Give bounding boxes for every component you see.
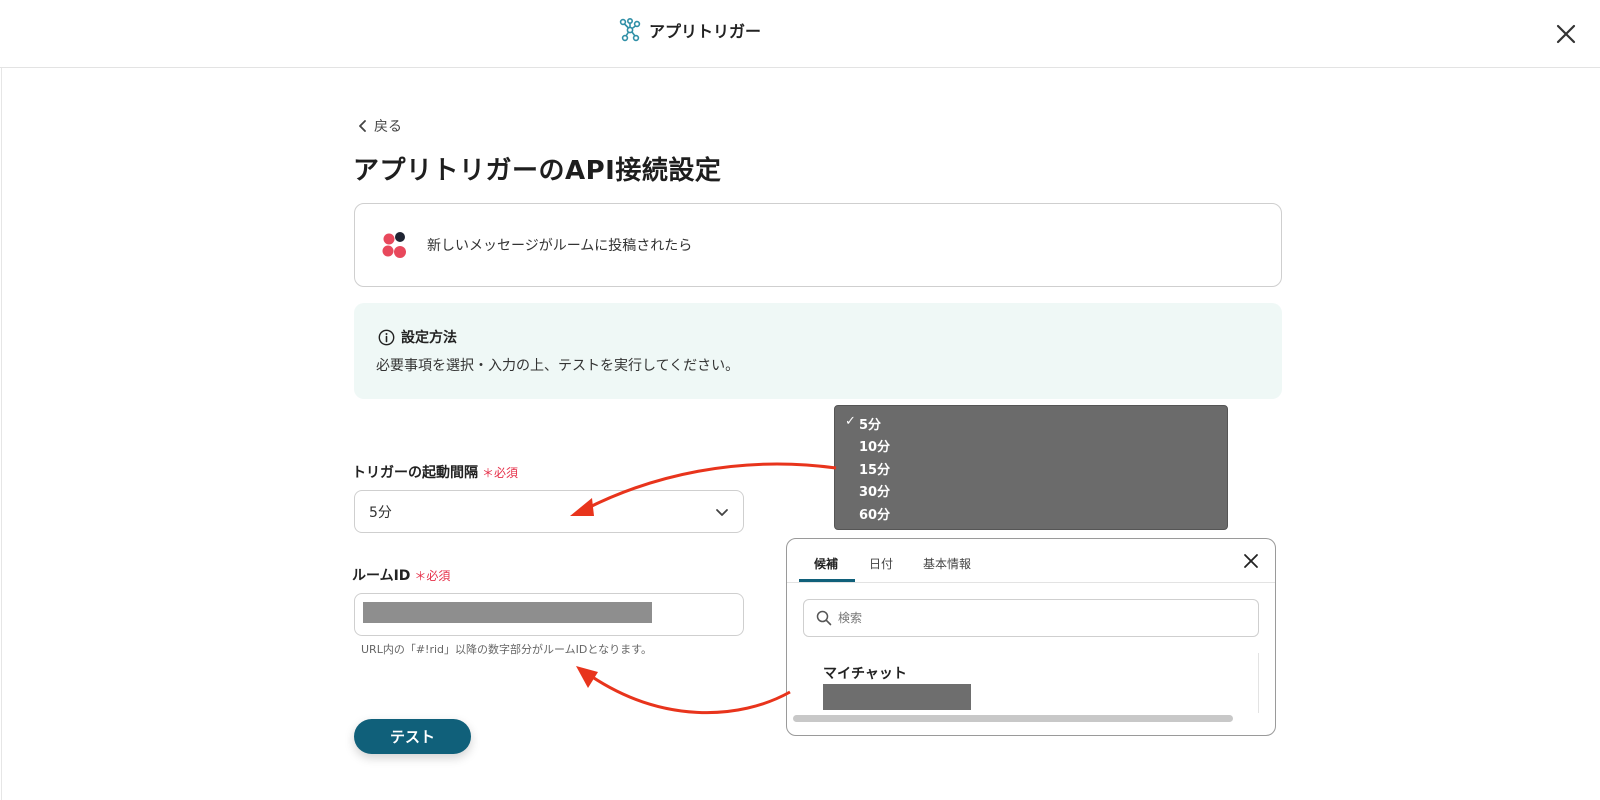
dropdown-option-label: 60分 [859,507,891,523]
chatwork-logo-icon [382,232,406,258]
dropdown-option-label: 30分 [859,485,891,501]
room-id-label: ルームID [352,568,411,584]
search-field [803,599,1259,637]
tab-basic-info[interactable]: 基本情報 [923,555,971,572]
list-item-label: マイチャット [823,666,907,682]
app-trigger-icon [619,18,641,42]
info-box: 設定方法 必要事項を選択・入力の上、テストを実行してください。 [354,303,1282,399]
trigger-interval-select[interactable]: 5分 [354,490,744,533]
event-card: 新しいメッセージがルームに投稿されたら [354,203,1282,287]
dropdown-option[interactable]: ✓ 5分 [835,412,1227,435]
trigger-interval-label: トリガーの起動間隔 [352,465,478,481]
event-label: 新しいメッセージがルームに投稿されたら [427,238,693,254]
dropdown-option-label: 15分 [859,462,891,478]
tab-candidates[interactable]: 候補 [814,555,838,572]
trigger-interval-value: 5分 [369,504,392,521]
close-icon[interactable] [1242,552,1260,570]
page-title: アプリトリガーのAPI接続設定 [353,156,722,186]
dropdown-option-label: 10分 [859,440,891,456]
dropdown-option[interactable]: 60分 [835,502,1227,525]
check-icon: ✓ [845,414,856,429]
header-title-group: アプリトリガー [619,18,761,42]
test-button[interactable]: テスト [354,719,471,754]
redacted-value [823,684,971,710]
back-link[interactable]: 戻る [358,116,402,136]
candidate-popup: 候補 日付 基本情報 マイチャット [786,538,1276,736]
required-badge: ＊必須 [482,465,519,480]
room-id-hint: URL内の「#!rid」以降の数字部分がルームIDとなります。 [361,643,652,656]
trigger-interval-label-group: トリガーの起動間隔 ＊必須 [352,462,518,482]
popup-tabs: 候補 日付 基本情報 [787,539,1275,583]
chevron-left-icon [359,120,366,132]
dropdown-option[interactable]: 30分 [835,480,1227,503]
tab-date[interactable]: 日付 [869,555,893,572]
back-label: 戻る [374,119,402,135]
top-bar: アプリトリガー [0,0,1600,68]
interval-dropdown-menu: ✓ 5分 10分 15分 30分 60分 [834,405,1228,530]
dropdown-option[interactable]: 10分 [835,435,1227,458]
room-id-input[interactable] [354,593,744,636]
info-heading-group: 設定方法 [378,327,457,347]
dropdown-option-label: 5分 [859,417,882,433]
candidate-list: マイチャット [803,653,1259,713]
header-title: アプリトリガー [649,22,762,41]
horizontal-scrollbar[interactable] [793,715,1233,722]
search-icon [816,610,832,626]
info-body: 必要事項を選択・入力の上、テストを実行してください。 [376,358,740,374]
room-id-label-group: ルームID ＊必須 [352,565,450,585]
close-icon[interactable] [1552,20,1580,48]
info-icon [378,329,395,345]
chevron-down-icon [716,509,728,516]
required-badge: ＊必須 [414,568,451,583]
active-tab-indicator [799,579,855,582]
search-input[interactable] [838,611,1238,625]
info-heading: 設定方法 [401,330,457,346]
dropdown-option[interactable]: 15分 [835,457,1227,480]
redacted-value [363,602,652,623]
